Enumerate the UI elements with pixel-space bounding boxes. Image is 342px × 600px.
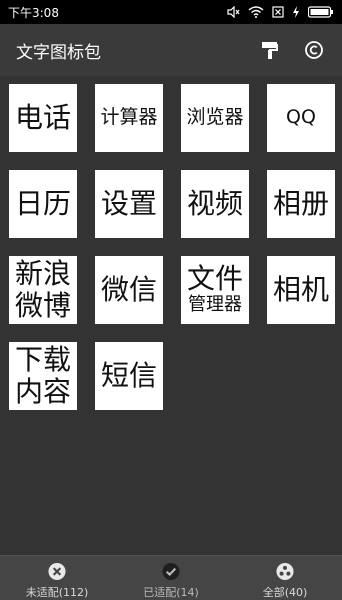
tile-camera[interactable]: 相机 [267,256,335,324]
app-header: 文字图标包 [0,24,342,76]
tile-label-line2: 内容 [14,375,71,408]
check-circle-icon [162,562,180,581]
no-sim-icon [272,6,284,18]
tile-weibo[interactable]: 新浪 微博 [9,256,77,324]
dots-circle-icon [276,562,294,581]
status-time: 下午3:08 [8,5,59,20]
nav-all[interactable]: 全部(40) [228,556,342,600]
tile-qq[interactable]: QQ [267,84,335,152]
tile-label: 短信 [100,359,157,393]
tile-label-line2: 微博 [14,289,71,322]
nav-unmatched-label: 未适配(112) [25,586,89,599]
tile-label: 浏览器 [186,106,244,129]
tile-label: 相册 [272,187,329,221]
tile-calculator[interactable]: 计算器 [95,84,163,152]
tile-file-manager[interactable]: 文件 管理器 [181,256,249,324]
header-actions [256,36,328,64]
tile-label: 相机 [272,273,329,307]
battery-icon [308,6,333,18]
paint-roller-icon[interactable] [256,36,284,64]
tile-label: QQ [286,106,316,129]
tile-label-line1: 下载 [14,343,71,376]
nav-matched[interactable]: 已适配(14) [114,556,228,600]
wifi-icon [248,6,264,18]
tile-phone[interactable]: 电话 [9,84,77,152]
app-title: 文字图标包 [16,42,101,63]
tile-label: 日历 [14,187,71,221]
tile-label: 计算器 [100,106,158,129]
mute-icon [227,6,240,18]
status-bar: 下午3:08 [0,0,342,24]
tile-label-line1: 文件 [186,262,243,295]
tile-settings[interactable]: 设置 [95,170,163,238]
tile-label-line2: 管理器 [188,294,242,315]
tile-video[interactable]: 视频 [181,170,249,238]
tile-wechat[interactable]: 微信 [95,256,163,324]
icon-grid: 电话 计算器 浏览器 QQ 日历 设置 视频 相册 新浪 微博 微信 文件 管理… [9,84,335,410]
charging-icon [293,6,299,18]
bottom-nav: 未适配(112) 已适配(14) 全部(40) [0,555,342,600]
status-icons [226,6,334,18]
copyright-icon[interactable] [300,36,328,64]
tile-gallery[interactable]: 相册 [267,170,335,238]
nav-matched-label: 已适配(14) [143,586,199,599]
nav-unmatched[interactable]: 未适配(112) [0,556,114,600]
tile-label: 设置 [100,187,157,221]
tile-sms[interactable]: 短信 [95,342,163,410]
tile-label: 微信 [100,273,157,307]
tile-label: 电话 [14,101,71,135]
tile-label-line1: 新浪 [14,257,71,290]
nav-all-label: 全部(40) [262,586,308,599]
tile-label: 视频 [186,187,243,221]
tile-calendar[interactable]: 日历 [9,170,77,238]
tile-downloads[interactable]: 下载 内容 [9,342,77,410]
tile-browser[interactable]: 浏览器 [181,84,249,152]
close-circle-icon [48,562,66,581]
